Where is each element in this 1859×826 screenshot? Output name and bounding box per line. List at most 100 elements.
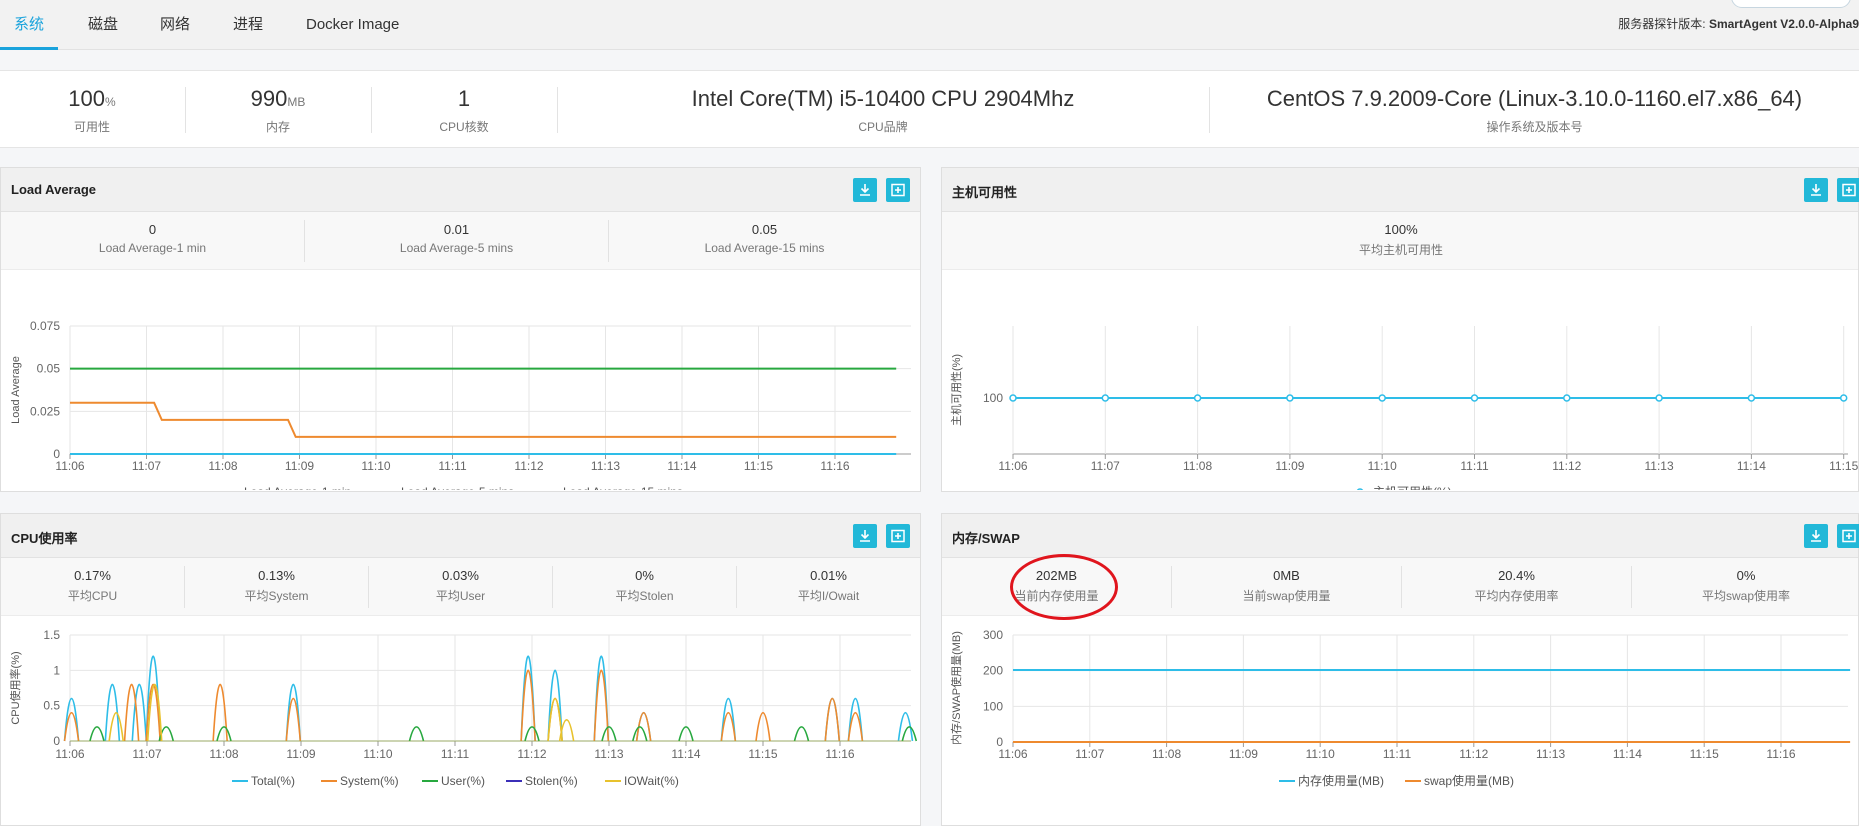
y-axis-label: 内存/SWAP使用量(MB) (949, 631, 963, 745)
stat-label: 当前swap使用量 (1242, 589, 1331, 603)
y-axis-label: Load Average (10, 356, 22, 424)
stat-label: 平均I/Owait (797, 589, 860, 603)
x-tick-label: 11:12 (514, 459, 543, 473)
stat-value: 0.01% (810, 568, 847, 583)
x-tick-label: 11:06 (55, 747, 84, 761)
y-tick-label: 100 (983, 699, 1003, 713)
tab-docker-image[interactable]: Docker Image (292, 0, 413, 50)
memory-unit: MB (287, 95, 306, 109)
x-tick-label: 11:07 (1091, 459, 1120, 473)
stat-item: 0.13% 平均System (185, 558, 368, 616)
x-tick-label: 11:14 (1737, 459, 1766, 473)
stat-label: Load Average-1 min (98, 241, 207, 255)
host-availability-chart: 100 11:06 11:07 11:08 11:09 11:10 11:11 11:12 11… (949, 326, 1858, 490)
stat-value: 20.4% (1498, 568, 1535, 583)
top-nav: 系统 磁盘 网络 进程 Docker Image ⌄ 服务器探针版本: Smar… (0, 0, 1859, 50)
stat-item: 0% 平均Stolen (553, 558, 736, 616)
availability-unit: % (105, 95, 116, 109)
x-tick-label: 11:10 (1306, 747, 1335, 761)
panel-stats: 202MB 当前内存使用量 0MB 当前swap使用量 20.4% 平均内存使用率 0… (942, 554, 1858, 620)
download-button[interactable] (853, 524, 877, 548)
x-tick-label: 11:14 (1613, 747, 1642, 761)
stat-item: 0.01% 平均I/Owait (737, 558, 920, 616)
x-tick-label: 11:08 (1152, 747, 1181, 761)
stat-value: 0.01 (443, 222, 470, 237)
x-tick-label: 11:10 (1368, 459, 1397, 473)
x-tick-label: 11:09 (1275, 459, 1304, 473)
cpu-brand-value: Intel Core(TM) i5-10400 CPU 2904Mhz (691, 86, 1075, 111)
stat-item: 20.4% 平均内存使用率 (1402, 558, 1631, 616)
stat-label: 平均CPU (67, 589, 118, 603)
legend-label: User(%) (441, 774, 485, 788)
stat-label: Load Average-15 mins (704, 241, 825, 255)
add-to-dashboard-button[interactable] (886, 524, 910, 548)
data-point (1563, 394, 1571, 402)
memory-swap-chart: 010020030011:06 11:07 11:08 11:09 11:10 11:11… (949, 628, 1851, 788)
x-tick-label: 11:06 (998, 459, 1027, 473)
x-tick-label: 11:07 (132, 747, 161, 761)
stat-item: 0 Load Average-1 min (1, 212, 304, 270)
stat-value: 0% (635, 568, 654, 583)
y-tick-label: 1 (53, 663, 60, 677)
series-peak (108, 712, 124, 742)
summary-memory: 990MB 内存 (186, 71, 370, 149)
tab-network[interactable]: 网络 (146, 0, 204, 50)
stat-label: 平均主机可用性 (1358, 243, 1443, 257)
user-menu-badge[interactable]: ⌄ (1731, 0, 1851, 8)
data-point (1009, 394, 1017, 402)
download-button[interactable] (1804, 178, 1828, 202)
add-to-dashboard-button[interactable] (886, 178, 910, 202)
x-tick-label: 11:15 (1690, 747, 1719, 761)
x-tick-label: 11:11 (441, 747, 470, 761)
legend-label: 内存使用量(MB) (1298, 773, 1384, 788)
cpu-usage-panel: CPU使用率 0.17% 平均CPU 0.13% 平均System 0.03% 平均U… (0, 513, 921, 826)
x-tick-label: 11:13 (1645, 459, 1674, 473)
tab-system[interactable]: 系统 (0, 0, 59, 50)
os-label: 操作系统及版本号 (1486, 120, 1583, 134)
x-tick-label: 11:10 (361, 459, 390, 473)
stat-item: 0.05 Load Average-15 mins (609, 212, 920, 270)
legend-label: System(%) (340, 774, 399, 788)
y-axis-label: 主机可用性(%) (949, 354, 963, 426)
y-tick-label: 1.5 (43, 628, 60, 642)
stat-item: 0.01 Load Average-5 mins (305, 212, 608, 270)
legend-label: Load Average-5 mins (401, 485, 514, 490)
summary-cpu-brand: Intel Core(TM) i5-10400 CPU 2904Mhz CPU品… (558, 71, 1208, 149)
x-tick-label: 11:08 (209, 747, 238, 761)
legend-marker (1356, 488, 1364, 490)
tab-process[interactable]: 进程 (219, 0, 277, 50)
x-tick-label: 11:16 (820, 459, 849, 473)
summary-cpu-cores: 1 CPU核数 (372, 71, 556, 149)
x-tick-label: 11:15 (744, 459, 773, 473)
y-tick-label: 100 (983, 391, 1003, 405)
load-average-chart: 00.0250.050.07511:06 11:07 11:08 11:09 11:10… (10, 319, 911, 490)
download-icon (1811, 530, 1821, 542)
y-tick-label: 0 (53, 734, 60, 748)
stat-label: 平均System (244, 589, 309, 603)
data-point (1193, 394, 1202, 402)
stat-label: Load Average-5 mins (399, 241, 514, 255)
add-to-dashboard-button[interactable] (1837, 178, 1859, 202)
load-average-panel: Load Average 0 Load Average-1 min 0.01 Loa… (0, 167, 921, 492)
x-tick-label: 11:06 (998, 747, 1027, 761)
stat-item: 100% 平均主机可用性 (942, 212, 1859, 270)
chevron-icon: ⌄ (1820, 0, 1830, 3)
y-tick-label: 0.025 (30, 404, 60, 418)
download-icon (860, 184, 870, 196)
tab-disk[interactable]: 磁盘 (74, 0, 132, 50)
series-peak (901, 726, 918, 742)
x-tick-label: 11:11 (1460, 459, 1489, 473)
memory-label: 内存 (265, 120, 290, 134)
x-tick-label: 11:16 (825, 747, 854, 761)
x-tick-label: 11:14 (671, 747, 700, 761)
availability-value: 100 (68, 86, 106, 111)
download-button[interactable] (853, 178, 877, 202)
cores-value: 1 (457, 86, 471, 111)
series-peak (408, 726, 425, 742)
stat-value: 100% (1384, 222, 1418, 237)
download-button[interactable] (1804, 524, 1828, 548)
y-tick-label: 0.075 (30, 319, 60, 333)
data-point (1839, 394, 1848, 402)
add-to-dashboard-button[interactable] (1837, 524, 1859, 548)
x-tick-label: 11:14 (667, 459, 696, 473)
